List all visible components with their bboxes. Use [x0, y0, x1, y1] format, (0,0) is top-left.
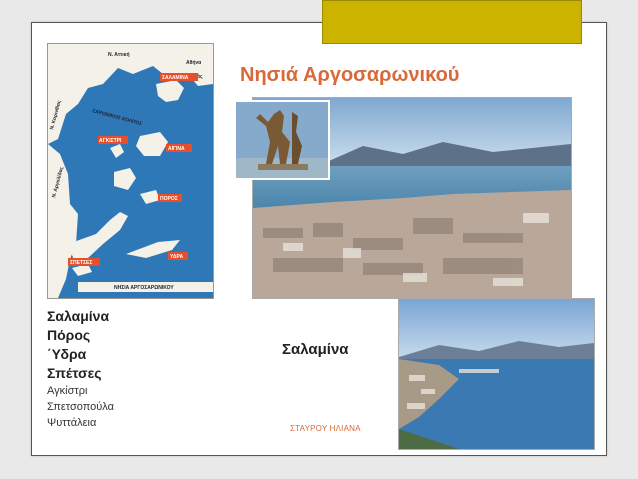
- map-tag-aegina: ΑΙΓΙΝΑ: [168, 146, 185, 152]
- island-map-graphic: Ν. Αττική Αθήνα Πειραιάς Ν. Κορινθίας Ν.…: [48, 44, 213, 298]
- map-tag-poros: ΠΟΡΟΣ: [160, 196, 178, 202]
- map-tag-agkistri: ΑΓΚΙΣΤΡΙ: [99, 138, 122, 144]
- bay-graphic: [399, 299, 594, 449]
- list-item-small: Αγκίστρι: [47, 385, 88, 397]
- map-tag-spetses: ΣΠΕΤΣΕΣ: [70, 260, 92, 266]
- author-credit: ΣΤΑΥΡΟΥ ΗΛΙΑΝΑ: [290, 424, 361, 433]
- statue-graphic: [236, 102, 328, 178]
- map-place-athens: Αθήνα: [186, 60, 202, 66]
- map-place-attiki: Ν. Αττική: [108, 52, 130, 58]
- statue-photo: [234, 100, 330, 180]
- photo-caption: Σαλαμίνα: [282, 341, 349, 358]
- island-map: Ν. Αττική Αθήνα Πειραιάς Ν. Κορινθίας Ν.…: [47, 43, 214, 299]
- list-item-main: Πόρος: [47, 327, 91, 343]
- map-tag-hydra: ΥΔΡΑ: [170, 254, 183, 260]
- list-item-main: Σπέτσες: [47, 365, 102, 381]
- slide-title: Νησιά Αργοσαρωνικού: [240, 64, 460, 86]
- list-item-small: Σπετσοπούλα: [47, 401, 114, 413]
- list-item-small: Ψυττάλεια: [47, 417, 97, 429]
- list-item-main: Σαλαμίνα: [47, 308, 110, 324]
- island-list: Σαλαμίνα Πόρος ΄Υδρα Σπέτσες Αγκίστρι Σπ…: [47, 307, 114, 431]
- gold-header-tab: [322, 0, 582, 44]
- list-item-main: ΄Υδρα: [47, 346, 87, 362]
- bay-photo: [398, 298, 595, 450]
- map-tag-salamina: ΣΑΛΑΜΙΝΑ: [162, 75, 189, 81]
- map-footer-label: ΝΗΣΙΑ ΑΡΓΟΣΑΡΩΝΙΚΟΥ: [114, 285, 174, 291]
